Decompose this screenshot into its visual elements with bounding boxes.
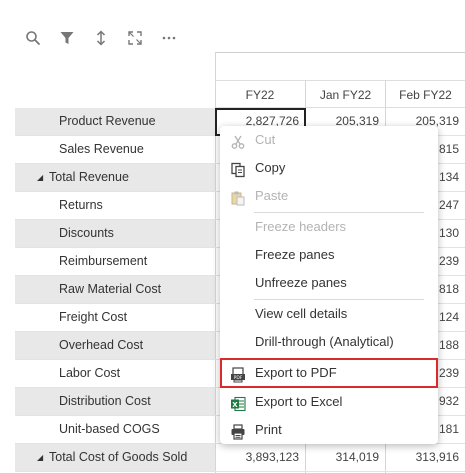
menu-item-copy[interactable]: Copy <box>220 154 438 182</box>
row-label-total[interactable]: ◢ Total Cost of Goods Sold <box>15 444 215 471</box>
table-row: ◢ Total Cost of Goods Sold 3,893,123 314,… <box>15 444 465 472</box>
menu-item-view-cell-details[interactable]: View cell details <box>220 300 438 328</box>
menu-item-label: Freeze headers <box>255 219 347 234</box>
column-header[interactable]: FY22 <box>215 80 305 108</box>
menu-item-label: Unfreeze panes <box>255 275 347 290</box>
menu-item-unfreeze-panes[interactable]: Unfreeze panes <box>220 269 438 297</box>
expand-vertical-icon[interactable] <box>92 29 110 47</box>
row-label[interactable]: Freight Cost <box>15 304 215 331</box>
row-label[interactable]: Raw Material Cost <box>15 276 215 303</box>
toolbar <box>24 28 194 48</box>
row-label[interactable]: Overhead Cost <box>15 332 215 359</box>
menu-item-label: Paste <box>255 188 289 203</box>
value-cell[interactable]: 3,893,123 <box>215 444 305 471</box>
svg-text:X: X <box>232 401 238 409</box>
row-label-total[interactable]: ◢ Total Revenue <box>15 164 215 191</box>
highlight-box <box>220 358 438 388</box>
menu-item-label: Export to Excel <box>255 394 343 409</box>
fullscreen-icon[interactable] <box>126 29 144 47</box>
more-icon[interactable] <box>160 29 178 47</box>
cut-icon <box>230 132 246 149</box>
copy-icon <box>230 160 246 178</box>
menu-item-print[interactable]: Print <box>220 416 438 444</box>
grid-top-border <box>215 52 465 53</box>
menu-item-label: Copy <box>255 160 286 175</box>
search-icon[interactable] <box>24 29 42 47</box>
value-cell[interactable]: 313,916 <box>386 444 465 471</box>
value-cell[interactable]: 314,019 <box>306 444 385 471</box>
row-label[interactable]: Sales Revenue <box>15 136 215 163</box>
menu-item-label: Drill-through (Analytical) <box>255 334 394 349</box>
print-icon <box>230 422 246 440</box>
column-header[interactable]: Jan FY22 <box>306 80 385 108</box>
context-menu: Cut Copy Paste Freeze headers Freeze pan… <box>220 126 438 444</box>
column-header[interactable]: Feb FY22 <box>386 80 465 108</box>
paste-icon <box>230 188 246 206</box>
menu-item-label: Freeze panes <box>255 247 335 262</box>
row-label[interactable]: Product Revenue <box>15 108 215 135</box>
menu-item-label: View cell details <box>255 306 348 321</box>
menu-item-export-excel[interactable]: X Export to Excel <box>220 388 438 416</box>
row-label[interactable]: Distribution Cost <box>15 388 215 415</box>
menu-item-freeze-headers[interactable]: Freeze headers <box>220 213 438 241</box>
menu-item-paste[interactable]: Paste <box>220 182 438 210</box>
menu-item-freeze-panes[interactable]: Freeze panes <box>220 241 438 269</box>
menu-item-label: Cut <box>255 132 276 147</box>
row-label[interactable]: Labor Cost <box>15 360 215 387</box>
row-label[interactable]: Unit-based COGS <box>15 416 215 443</box>
menu-item-cut[interactable]: Cut <box>220 126 438 154</box>
menu-item-label: Print <box>255 422 282 437</box>
collapse-caret-icon[interactable]: ◢ <box>37 444 43 471</box>
excel-icon: X <box>230 394 246 412</box>
filter-icon[interactable] <box>58 29 76 47</box>
row-label[interactable]: Returns <box>15 192 215 219</box>
menu-item-drill-through[interactable]: Drill-through (Analytical) <box>220 328 438 356</box>
row-label[interactable]: Discounts <box>15 220 215 247</box>
row-label[interactable]: Reimbursement <box>15 248 215 275</box>
collapse-caret-icon[interactable]: ◢ <box>37 164 43 191</box>
